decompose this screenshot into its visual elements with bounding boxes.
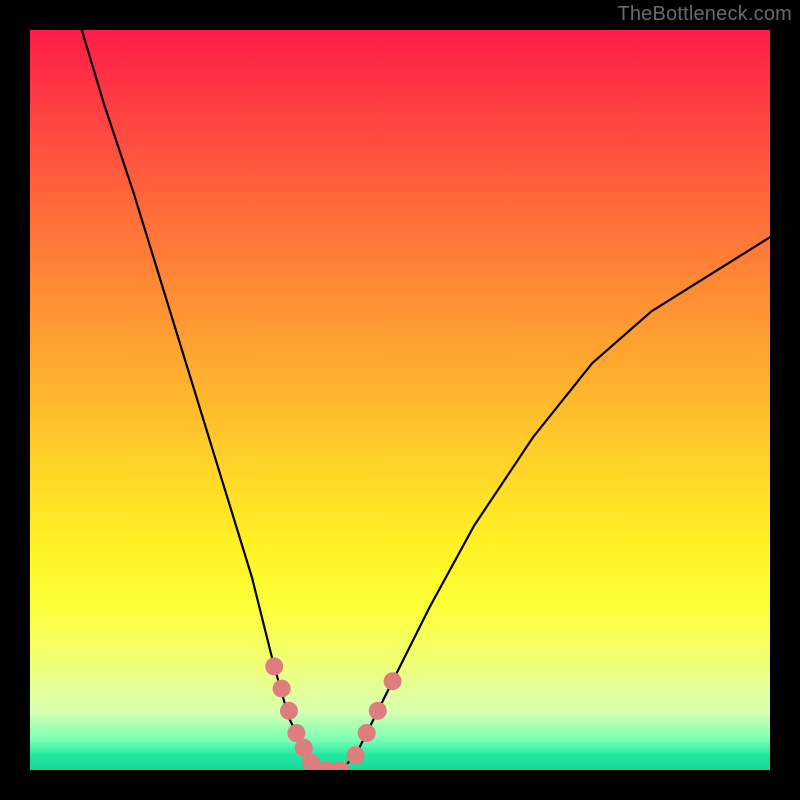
dip-marker [273,680,291,698]
dip-marker [265,657,283,675]
curve-path [82,30,770,770]
watermark-text: TheBottleneck.com [617,3,792,26]
dip-marker [369,702,387,720]
bottleneck-curve [30,30,770,770]
dip-marker [358,724,376,742]
dip-marker [347,746,365,764]
dip-marker [280,702,298,720]
dip-markers [265,657,401,770]
dip-marker [384,672,402,690]
plot-area [30,30,770,770]
